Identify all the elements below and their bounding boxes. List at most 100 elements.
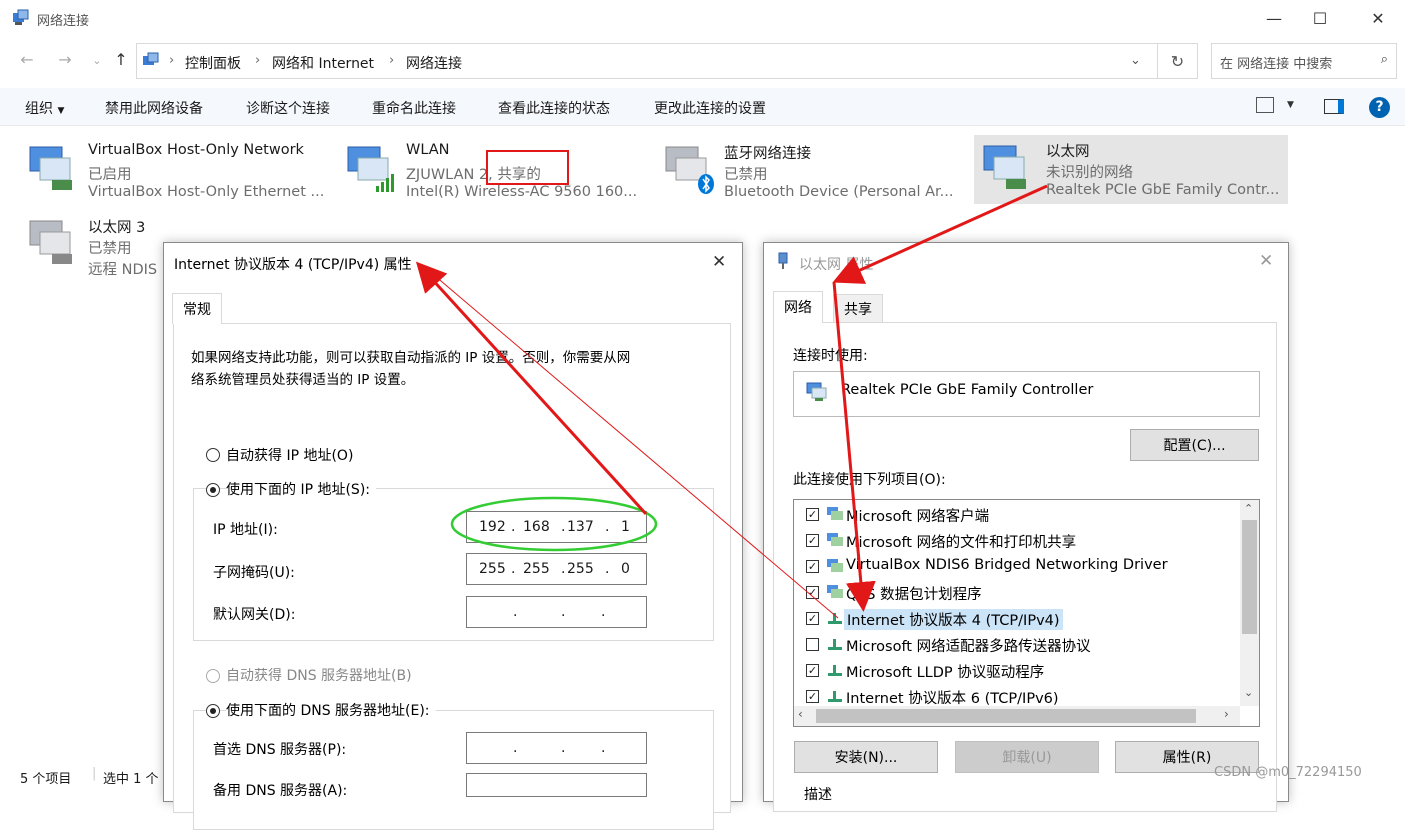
- address-bar[interactable]: › 控制面板 › 网络和 Internet › 网络连接 ⌄: [136, 43, 1158, 79]
- back-button[interactable]: ←: [14, 50, 40, 74]
- scroll-right-icon[interactable]: ›: [1224, 707, 1229, 721]
- alternate-dns-label: 备用 DNS 服务器(A):: [213, 783, 348, 799]
- help-icon[interactable]: ?: [1369, 97, 1390, 118]
- title-bar: 网络连接 — ☐ ✕: [0, 0, 1405, 38]
- tab-network[interactable]: 网络: [773, 291, 823, 323]
- scroll-left-icon[interactable]: ‹: [798, 707, 803, 721]
- dialog-close-icon[interactable]: ✕: [1259, 251, 1273, 271]
- arrow-right-icon: →: [58, 50, 72, 69]
- scroll-thumb[interactable]: [1242, 520, 1257, 634]
- list-item[interactable]: ✓ Microsoft LLDP 协议驱动程序: [794, 658, 1234, 684]
- scroll-up-icon[interactable]: ⌃: [1244, 502, 1253, 515]
- breadcrumb-network-internet[interactable]: 网络和 Internet: [272, 53, 374, 73]
- preferred-dns-input[interactable]: ...: [466, 732, 647, 764]
- checkbox[interactable]: ✓: [806, 690, 819, 703]
- manual-ip-label: 使用下面的 IP 地址(S):: [226, 479, 376, 499]
- auto-ip-radio[interactable]: [206, 448, 220, 462]
- ethernet-adapter-disabled-icon: [29, 220, 72, 264]
- auto-dns-radio[interactable]: [206, 669, 220, 683]
- install-button[interactable]: 安装(N)...: [794, 741, 938, 773]
- window-title: 网络连接: [37, 14, 90, 29]
- ip-octet: 168: [523, 519, 550, 535]
- view-dropdown-icon[interactable]: ▼: [1287, 100, 1294, 110]
- checkbox[interactable]: ✓: [806, 534, 819, 547]
- connection-name: 以太网 3: [88, 220, 146, 236]
- list-item[interactable]: Microsoft 网络适配器多路传送器协议: [794, 632, 1234, 658]
- configure-button[interactable]: 配置(C)...: [1130, 429, 1259, 461]
- uninstall-button[interactable]: 卸载(U): [955, 741, 1099, 773]
- manual-ip-radio[interactable]: [206, 483, 220, 497]
- subnet-mask-input[interactable]: 255. 255. 255. 0: [466, 553, 647, 585]
- components-list[interactable]: ✓ Microsoft 网络客户端 ✓ Microsoft 网络的文件和打印机共享 …: [793, 499, 1260, 727]
- horizontal-scrollbar[interactable]: ‹ ›: [794, 706, 1240, 726]
- checkbox[interactable]: [806, 638, 819, 651]
- selected-count: 选中 1 个: [103, 772, 159, 787]
- connection-device: Realtek PCIe GbE Family Contr...: [1046, 182, 1280, 198]
- connection-ethernet-3[interactable]: 以太网 3 已禁用 远程 NDIS: [20, 214, 170, 284]
- view-options-icon[interactable]: [1256, 97, 1274, 113]
- forward-button[interactable]: →: [52, 50, 78, 74]
- view-status-button[interactable]: 查看此连接的状态: [498, 98, 610, 118]
- refresh-icon: ↻: [1170, 51, 1185, 71]
- connection-bluetooth[interactable]: 蓝牙网络连接 已禁用 Bluetooth Device (Personal Ar…: [656, 140, 976, 210]
- list-item[interactable]: ✓ VirtualBox NDIS6 Bridged Networking Dri…: [794, 554, 1234, 580]
- maximize-button[interactable]: ☐: [1297, 0, 1343, 36]
- minimize-button[interactable]: —: [1251, 0, 1297, 36]
- breadcrumb-control-panel[interactable]: 控制面板: [185, 53, 241, 73]
- item-label: QoS 数据包计划程序: [846, 587, 982, 603]
- gateway-input[interactable]: ...: [466, 596, 647, 628]
- list-item[interactable]: ✓ Internet 协议版本 4 (TCP/IPv4): [794, 606, 1234, 632]
- protocol-icon: [828, 665, 842, 676]
- checkbox[interactable]: ✓: [806, 586, 819, 599]
- tab-sharing[interactable]: 共享: [833, 294, 883, 322]
- list-item[interactable]: ✓ Microsoft 网络的文件和打印机共享: [794, 528, 1234, 554]
- dialog-close-icon[interactable]: ✕: [712, 252, 726, 272]
- diagnose-button[interactable]: 诊断这个连接: [246, 98, 330, 118]
- preview-pane-icon[interactable]: [1324, 99, 1344, 114]
- ip-address-input[interactable]: 192. 168. 137. 1: [466, 511, 647, 543]
- item-label: Internet 协议版本 6 (TCP/IPv6): [846, 691, 1059, 707]
- tab-general[interactable]: 常规: [172, 293, 222, 324]
- items-label: 此连接使用下列项目(O):: [793, 472, 946, 488]
- mask-octet: 0: [621, 561, 630, 577]
- search-icon: ⌕: [1380, 52, 1388, 67]
- close-button[interactable]: ✕: [1355, 0, 1401, 36]
- manual-dns-radio[interactable]: [206, 704, 220, 718]
- vertical-scrollbar[interactable]: ⌃ ⌄: [1240, 500, 1259, 706]
- caret-down-icon: ▼: [57, 106, 65, 116]
- checkbox[interactable]: ✓: [806, 508, 819, 521]
- service-icon: [827, 559, 843, 572]
- up-button[interactable]: ↑: [108, 50, 134, 74]
- item-label: Internet 协议版本 4 (TCP/IPv4): [844, 609, 1063, 630]
- checkbox[interactable]: ✓: [806, 664, 819, 677]
- connection-status: 未识别的网络: [1046, 165, 1133, 181]
- recent-locations-button[interactable]: ⌄: [84, 54, 110, 78]
- checkbox[interactable]: ✓: [806, 560, 819, 573]
- breadcrumb-separator-icon: ›: [389, 53, 395, 68]
- list-item[interactable]: ✓ Microsoft 网络客户端: [794, 502, 1234, 528]
- change-settings-button[interactable]: 更改此连接的设置: [654, 98, 766, 118]
- refresh-button[interactable]: ↻: [1158, 43, 1198, 79]
- breadcrumb-network-connections[interactable]: 网络连接: [406, 53, 462, 73]
- list-item[interactable]: ✓ QoS 数据包计划程序: [794, 580, 1234, 606]
- search-input[interactable]: 在 网络连接 中搜索 ⌕: [1211, 43, 1397, 79]
- mask-octet: 255: [523, 561, 550, 577]
- service-icon: [827, 585, 843, 598]
- checkbox[interactable]: ✓: [806, 612, 819, 625]
- description-label: 描述: [804, 787, 832, 803]
- connection-name: 蓝牙网络连接: [724, 146, 811, 162]
- connection-virtualbox[interactable]: VirtualBox Host-Only Network 已启用 Virtual…: [20, 140, 340, 210]
- rename-button[interactable]: 重命名此连接: [372, 98, 456, 118]
- address-dropdown-icon[interactable]: ⌄: [1130, 53, 1141, 68]
- minimize-icon: —: [1266, 8, 1282, 28]
- alternate-dns-input[interactable]: [466, 773, 647, 797]
- gateway-label: 默认网关(D):: [213, 607, 296, 623]
- connection-wlan[interactable]: WLAN ZJUWLAN 2, 共享的 Intel(R) Wireless-AC…: [338, 140, 658, 210]
- breadcrumb-separator-icon: ›: [169, 53, 175, 68]
- scroll-thumb[interactable]: [816, 709, 1196, 723]
- item-count: 5 个项目: [20, 772, 72, 787]
- scroll-down-icon[interactable]: ⌄: [1244, 686, 1253, 699]
- connection-ethernet[interactable]: 以太网 未识别的网络 Realtek PCIe GbE Family Contr…: [974, 135, 1288, 204]
- disable-device-button[interactable]: 禁用此网络设备: [105, 98, 203, 118]
- organize-button[interactable]: 组织 ▼: [25, 98, 64, 118]
